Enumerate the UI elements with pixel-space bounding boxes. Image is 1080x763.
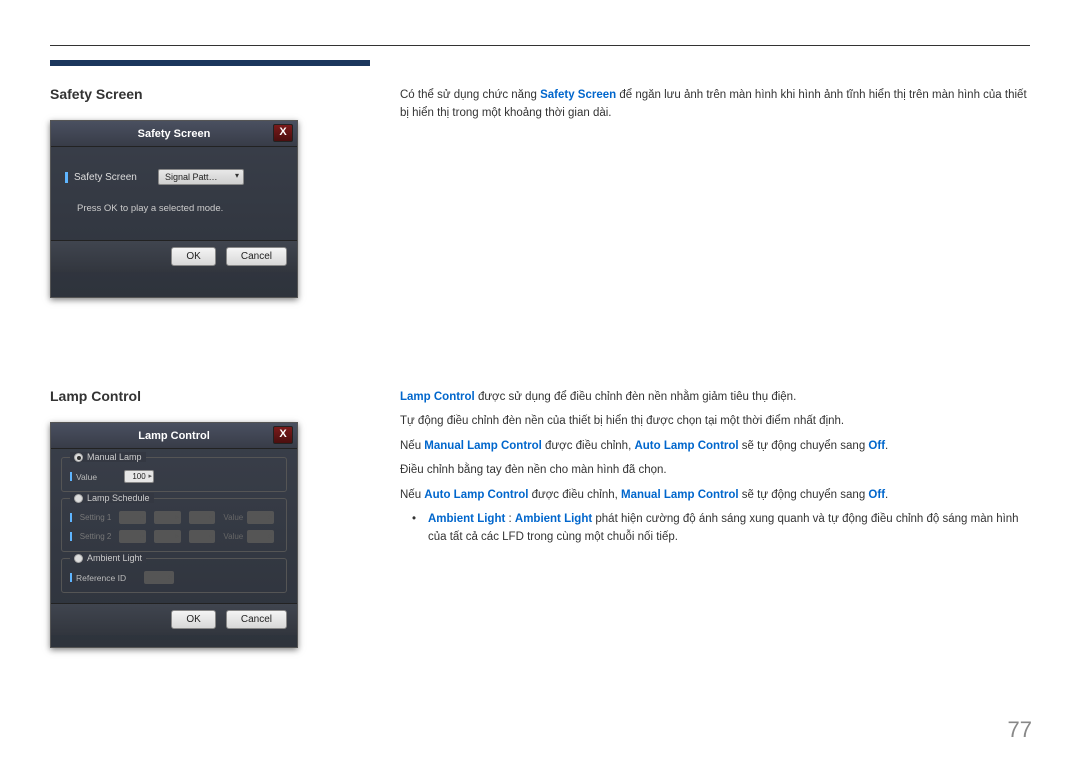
sched-value-stepper[interactable] <box>247 530 274 543</box>
lamp-schedule-radio[interactable] <box>74 494 83 503</box>
lamp-control-heading: Lamp Control <box>50 388 370 404</box>
keyword-safety-screen: Safety Screen <box>540 89 616 101</box>
lamp-schedule-group: Lamp Schedule Setting 1 Value <box>61 498 287 552</box>
row-marker <box>70 532 72 541</box>
value-stepper[interactable]: 100 <box>124 470 154 483</box>
setting1-label: Setting 1 <box>80 513 115 522</box>
lamp-control-dialog: Lamp Control X Manual Lamp Value 100 <box>50 422 298 648</box>
ampm-stepper[interactable] <box>189 511 216 524</box>
section-safety-screen: Safety Screen Safety Screen X Safety Scr… <box>50 86 1030 298</box>
hour-stepper[interactable] <box>119 511 146 524</box>
close-icon[interactable]: X <box>273 124 293 142</box>
dialog-title: Lamp Control <box>138 430 210 442</box>
header-accent-bar <box>50 60 370 66</box>
safety-screen-label: Safety Screen <box>74 172 158 183</box>
row-marker <box>70 513 72 522</box>
close-icon[interactable]: X <box>273 426 293 444</box>
dialog-titlebar: Safety Screen X <box>51 121 297 147</box>
reference-id-stepper[interactable] <box>144 571 174 584</box>
cancel-button[interactable]: Cancel <box>226 247 287 266</box>
bullet-icon: • <box>400 510 428 547</box>
lamp-bullet-1: • Ambient Light : Ambient Light phát hiệ… <box>400 510 1030 547</box>
min-stepper[interactable] <box>154 530 181 543</box>
signal-pattern-select[interactable]: Signal Patt… <box>158 169 244 185</box>
reference-id-label: Reference ID <box>76 573 144 583</box>
section-lamp-control: Lamp Control Lamp Control X Manual Lamp … <box>50 388 1030 648</box>
hour-stepper[interactable] <box>119 530 146 543</box>
ok-button[interactable]: OK <box>171 247 215 266</box>
ok-button[interactable]: OK <box>171 610 215 629</box>
safety-screen-heading: Safety Screen <box>50 86 370 102</box>
cancel-button[interactable]: Cancel <box>226 610 287 629</box>
lamp-p3: Nếu Manual Lamp Control được điều chỉnh,… <box>400 437 1030 455</box>
safety-screen-dialog: Safety Screen X Safety Screen Signal Pat… <box>50 120 298 298</box>
row-marker <box>70 472 72 481</box>
row-marker <box>70 573 72 582</box>
manual-lamp-radio[interactable] <box>74 453 83 462</box>
row-marker <box>65 172 68 183</box>
safety-description: Có thể sử dụng chức năng Safety Screen đ… <box>400 86 1030 123</box>
setting2-label: Setting 2 <box>80 532 115 541</box>
lamp-p2: Tự động điều chỉnh đèn nền của thiết bị … <box>400 412 1030 430</box>
sched-value-stepper[interactable] <box>247 511 274 524</box>
value-label: Value <box>76 472 124 482</box>
manual-lamp-group: Manual Lamp Value 100 <box>61 457 287 492</box>
page-number: 77 <box>1008 717 1032 743</box>
ampm-stepper[interactable] <box>189 530 216 543</box>
lamp-p1: Lamp Control được sử dụng để điều chỉnh … <box>400 388 1030 406</box>
lamp-p5: Nếu Auto Lamp Control được điều chỉnh, M… <box>400 486 1030 504</box>
min-stepper[interactable] <box>154 511 181 524</box>
ambient-light-radio[interactable] <box>74 554 83 563</box>
dialog-note: Press OK to play a selected mode. <box>77 203 283 214</box>
dialog-titlebar: Lamp Control X <box>51 423 297 449</box>
dialog-title: Safety Screen <box>138 128 211 140</box>
ambient-light-group: Ambient Light Reference ID <box>61 558 287 593</box>
lamp-p4: Điều chỉnh bằng tay đèn nền cho màn hình… <box>400 461 1030 479</box>
